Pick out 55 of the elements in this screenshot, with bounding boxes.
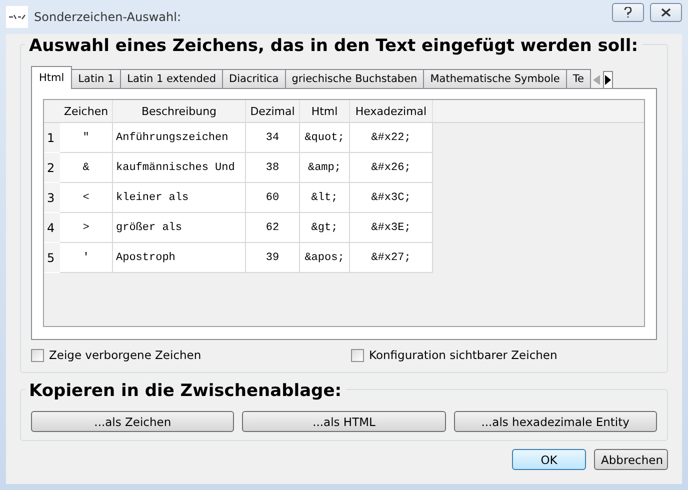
close-icon: [661, 8, 671, 16]
group-title: Kopieren in die Zwischenablage:: [25, 381, 346, 401]
table-cell: &#x3C;: [350, 183, 433, 213]
table-cell: 39: [246, 243, 300, 273]
column-header[interactable]: Html: [300, 100, 350, 123]
table-cell: &#x27;: [350, 243, 433, 273]
table-cell: kaufmännisches Und: [113, 153, 246, 183]
column-header[interactable]: Beschreibung: [113, 100, 246, 123]
tab[interactable]: Te: [566, 69, 591, 89]
tab[interactable]: griechische Buchstaben: [284, 69, 424, 89]
ok-button[interactable]: OK: [512, 449, 586, 470]
copy-button[interactable]: ...als Zeichen: [31, 411, 234, 432]
table-cell: &gt;: [300, 213, 350, 243]
table-cell: &#x26;: [350, 153, 433, 183]
table-cell: 38: [246, 153, 300, 183]
table-cell: &#x3E;: [350, 213, 433, 243]
table-cell: kleiner als: [113, 183, 246, 213]
table-cell: größer als: [113, 213, 246, 243]
table-cell: 62: [246, 213, 300, 243]
table-cell: 34: [246, 123, 300, 153]
table-cell: 60: [246, 183, 300, 213]
help-button[interactable]: [612, 2, 644, 22]
scroll-right-icon[interactable]: [603, 70, 613, 88]
table-cell: &quot;: [300, 123, 350, 153]
copy-button[interactable]: ...als HTML: [242, 411, 446, 432]
tab[interactable]: Diacritica: [222, 69, 286, 89]
tab[interactable]: Latin 1 extended: [120, 69, 224, 89]
copy-button[interactable]: ...als hexadezimale Entity: [454, 411, 657, 432]
column-header[interactable]: Dezimal: [246, 100, 300, 123]
table-cell: &amp;: [300, 153, 350, 183]
app-logo-icon: [6, 6, 28, 28]
table-cell: &apos;: [300, 243, 350, 273]
tab[interactable]: Html: [31, 66, 72, 89]
table-cell: &lt;: [300, 183, 350, 213]
tab[interactable]: Mathematische Symbole: [423, 69, 567, 89]
checkbox[interactable]: [351, 348, 364, 362]
close-button[interactable]: [650, 2, 682, 22]
table-cell: Apostroph: [113, 243, 246, 273]
cancel-button[interactable]: Abbrechen: [594, 449, 668, 470]
table-cell: >: [60, 213, 113, 243]
option-checkbox[interactable]: Zeige verborgene Zeichen: [31, 348, 351, 362]
help-icon: [624, 6, 632, 18]
column-header[interactable]: Zeichen: [60, 100, 113, 123]
table-cell: ': [60, 243, 113, 273]
table-cell: &: [60, 153, 113, 183]
table-cell: &#x22;: [350, 123, 433, 153]
table-cell: <: [60, 183, 113, 213]
group-title: Auswahl eines Zeichens, das in den Text eingefügt werden soll:: [25, 36, 642, 56]
column-header[interactable]: Hexadezimal: [350, 100, 433, 123]
table-cell: ": [60, 123, 113, 153]
option-checkbox[interactable]: Konfiguration sichtbarer Zeichen: [351, 348, 657, 362]
checkbox[interactable]: [31, 348, 44, 362]
tab[interactable]: Latin 1: [71, 69, 122, 89]
window-title: Sonderzeichen-Auswahl:: [34, 10, 182, 24]
table-cell: Anführungszeichen: [113, 123, 246, 153]
